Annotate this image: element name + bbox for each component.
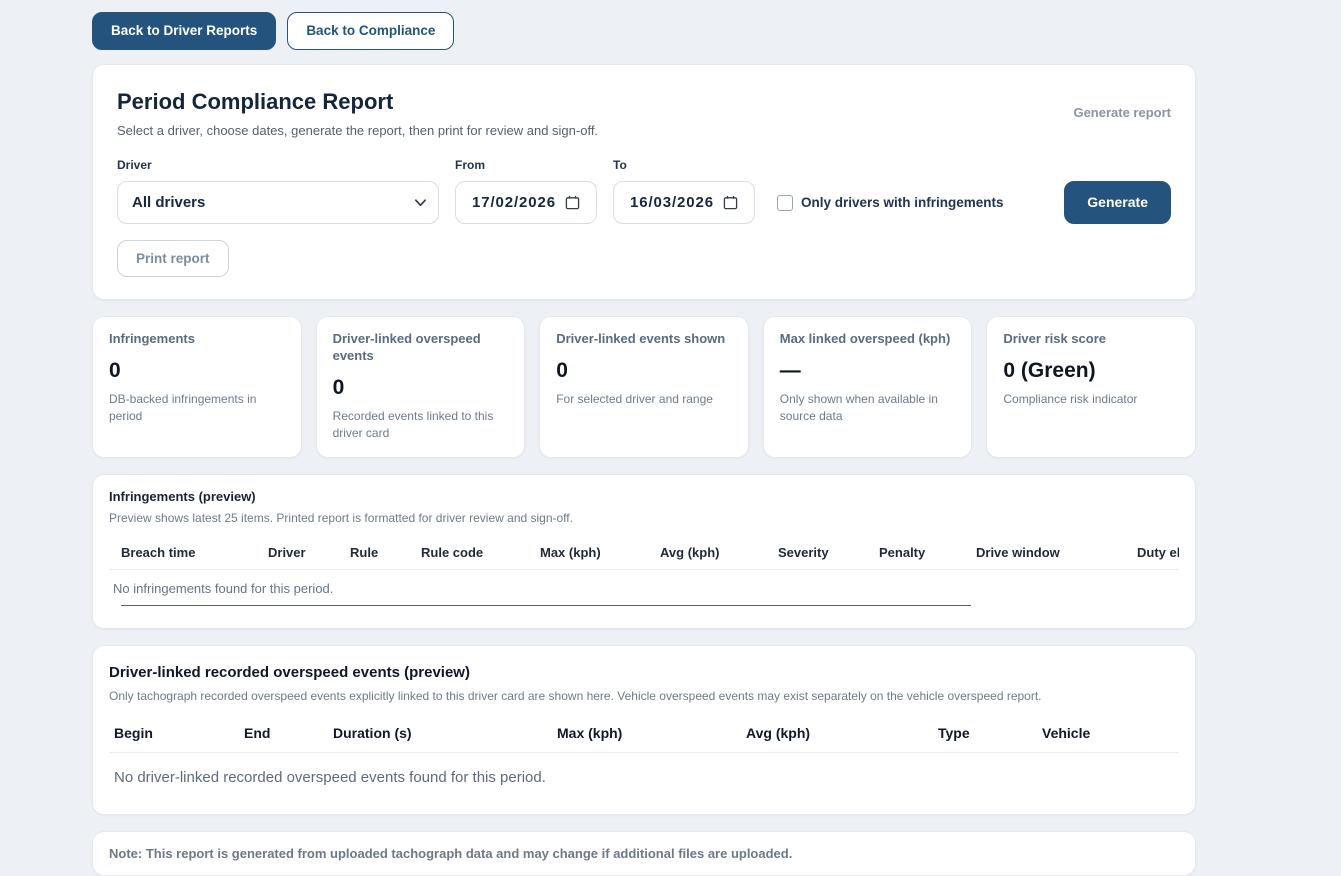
table-divider (121, 604, 971, 606)
calendar-icon[interactable] (565, 195, 580, 210)
stat-card-infringements: Infringements 0 DB-backed infringements … (92, 316, 302, 458)
column-header: Rule code (409, 536, 528, 570)
from-date-value: 17/02/2026 (471, 193, 557, 211)
column-header: Max (kph) (552, 714, 741, 753)
back-to-compliance-button[interactable]: Back to Compliance (287, 12, 455, 50)
infringements-preview-subtitle: Preview shows latest 25 items. Printed r… (109, 510, 573, 525)
column-header: Rule (338, 536, 409, 570)
stat-description: Recorded events linked to this driver ca… (332, 408, 494, 441)
column-header: Max (kph) (528, 536, 648, 570)
generate-button[interactable]: Generate (1064, 180, 1171, 224)
stat-title: Driver risk score (1003, 331, 1106, 346)
stat-value: — (779, 358, 801, 382)
page-content: Back to Driver Reports Back to Complianc… (92, 12, 1196, 876)
overspeed-table: Begin End Duration (s) Max (kph) Avg (kp… (109, 714, 1179, 792)
stat-description: For selected driver and range (556, 391, 713, 406)
driver-label: Driver (117, 157, 152, 172)
stat-description: DB-backed infringements in period (109, 391, 257, 424)
top-button-bar: Back to Driver Reports Back to Complianc… (92, 12, 1196, 50)
to-date-label: To (613, 157, 627, 172)
stat-title: Max linked overspeed (kph) (779, 331, 951, 346)
column-header: Penalty (867, 536, 964, 570)
overspeed-preview-title: Driver-linked recorded overspeed events … (109, 663, 470, 681)
column-header: Severity (766, 536, 867, 570)
infringements-table: Breach time Driver Rule Rule code Max (k… (109, 536, 1179, 606)
column-header: Type (933, 714, 1037, 753)
page-title: Period Compliance Report (117, 88, 394, 114)
from-date-input[interactable]: 17/02/2026 (455, 180, 597, 224)
back-to-driver-reports-button[interactable]: Back to Driver Reports (92, 12, 277, 50)
stat-value: 0 (556, 358, 568, 382)
overspeed-empty-message: No driver-linked recorded overspeed even… (114, 768, 546, 786)
stat-value: 0 (Green) (1003, 358, 1096, 382)
from-date-label: From (455, 157, 485, 172)
stat-card-driver-linked-events-shown: Driver-linked events shown 0 For selecte… (539, 316, 749, 458)
stat-card-driver-risk-score: Driver risk score 0 (Green) Compliance r… (986, 316, 1196, 458)
generate-report-corner-label: Generate report (1073, 104, 1171, 120)
page-subtitle: Select a driver, choose dates, generate … (117, 122, 599, 138)
infringements-preview-title: Infringements (preview) (109, 488, 256, 504)
column-header: Drive window (964, 536, 1125, 570)
stat-title: Driver-linked overspeed events (332, 331, 481, 363)
infringements-preview-card: Infringements (preview) Preview shows la… (92, 473, 1196, 629)
overspeed-preview-subtitle: Only tachograph recorded overspeed event… (109, 688, 1042, 703)
report-note: Note: This report is generated from uplo… (92, 830, 1196, 876)
stat-description: Compliance risk indicator (1003, 391, 1138, 406)
stat-description: Only shown when available in source data (779, 391, 938, 424)
overspeed-preview-card: Driver-linked recorded overspeed events … (92, 644, 1196, 815)
column-header: Driver (256, 536, 338, 570)
column-header: Avg (kph) (741, 714, 933, 753)
stat-title: Infringements (109, 331, 195, 346)
to-date-value: 16/03/2026 (629, 193, 715, 211)
column-header: Duty elaps (1125, 536, 1179, 570)
only-infringements-checkbox[interactable] (777, 194, 793, 211)
column-header: Breach time (109, 536, 256, 570)
stat-value: 0 (109, 358, 121, 382)
column-header: Begin (109, 714, 239, 753)
table-header-row: Begin End Duration (s) Max (kph) Avg (kp… (109, 714, 1179, 753)
stat-title: Driver-linked events shown (556, 331, 726, 346)
table-header-row: Breach time Driver Rule Rule code Max (k… (109, 536, 1179, 570)
report-form: Driver All drivers From 17/02/2026 To 16… (117, 158, 1171, 224)
stat-value: 0 (332, 375, 345, 399)
driver-select[interactable]: All drivers (117, 180, 439, 224)
stat-card-max-linked-overspeed: Max linked overspeed (kph) — Only shown … (762, 316, 973, 458)
only-infringements-checkbox-label[interactable]: Only drivers with infringements (801, 195, 1004, 210)
infringements-empty-message: No infringements found for this period. (113, 580, 334, 596)
to-date-input[interactable]: 16/03/2026 (613, 180, 755, 224)
period-compliance-report-card: Period Compliance Report Select a driver… (92, 63, 1196, 300)
calendar-icon[interactable] (723, 195, 738, 210)
stats-row: Infringements 0 DB-backed infringements … (92, 316, 1196, 458)
print-report-button[interactable]: Print report (117, 239, 229, 277)
column-header: Avg (kph) (648, 536, 766, 570)
column-header: Vehicle (1037, 714, 1179, 753)
column-header: End (239, 714, 328, 753)
stat-card-driver-linked-overspeed-events: Driver-linked overspeed events 0 Recorde… (315, 316, 526, 458)
column-header: Duration (s) (328, 714, 552, 753)
